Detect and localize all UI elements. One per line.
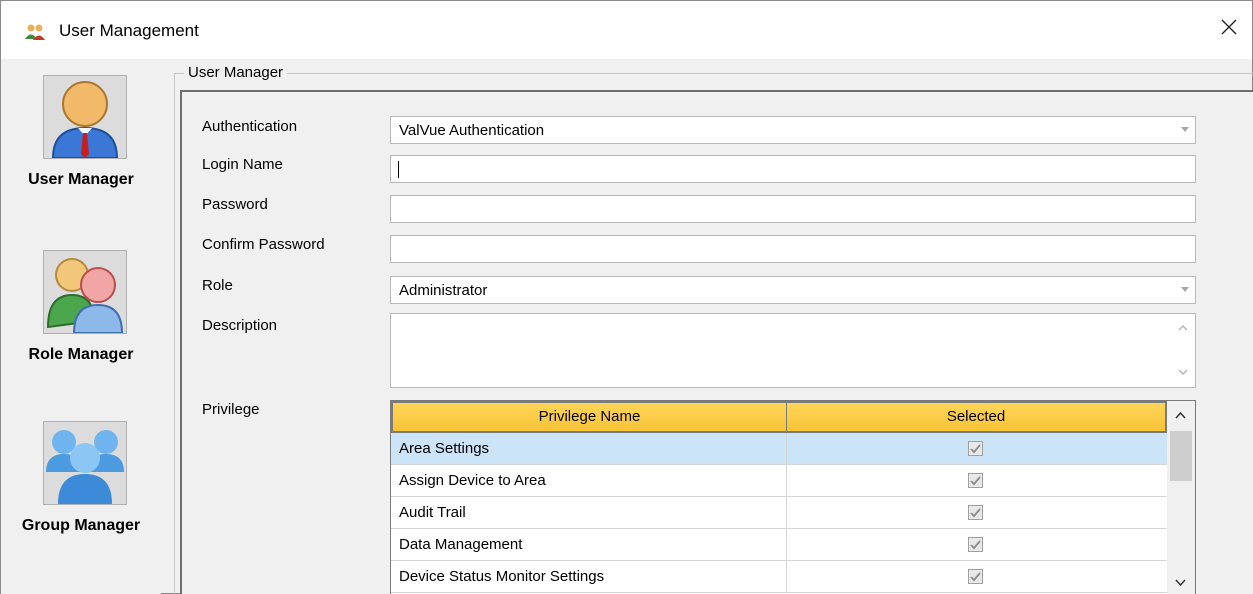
scroll-thumb[interactable] xyxy=(1170,431,1192,481)
table-row[interactable]: Device Status Monitor Settings xyxy=(391,561,1167,593)
group-manager-tile xyxy=(43,421,127,505)
column-header-selected[interactable]: Selected xyxy=(787,403,1165,431)
selected-checkbox[interactable] xyxy=(968,441,983,456)
text-caret xyxy=(398,161,399,178)
cell-divider xyxy=(786,433,787,465)
privilege-name-cell: Area Settings xyxy=(399,440,490,457)
description-scrollbar[interactable] xyxy=(1169,314,1195,387)
selected-checkbox[interactable] xyxy=(968,473,983,488)
group-legend: User Manager xyxy=(184,64,288,81)
privilege-label: Privilege xyxy=(202,401,260,418)
login-name-field[interactable] xyxy=(390,155,1196,183)
role-manager-tile xyxy=(43,250,127,334)
sidebar-item-group-manager[interactable]: Group Manager xyxy=(1,421,161,571)
privilege-name-cell: Data Management xyxy=(399,536,523,553)
cell-divider xyxy=(786,561,787,593)
sidebar-item-label: Group Manager xyxy=(21,517,141,534)
check-icon xyxy=(970,476,981,486)
check-icon xyxy=(970,572,981,582)
authentication-label: Authentication xyxy=(202,118,298,135)
role-select[interactable]: Administrator xyxy=(390,276,1196,304)
user-manager-tile xyxy=(43,75,127,159)
description-label: Description xyxy=(202,317,278,334)
table-row[interactable]: Assign Device to Area xyxy=(391,465,1167,497)
selected-checkbox[interactable] xyxy=(968,537,983,552)
table-row[interactable]: Audit Trail xyxy=(391,497,1167,529)
sidebar-item-label: Role Manager xyxy=(28,346,134,363)
sidebar-item-label: User Manager xyxy=(28,171,134,188)
confirm-password-field[interactable] xyxy=(390,235,1196,263)
authentication-select[interactable]: ValVue Authentication xyxy=(390,116,1196,144)
chevron-down-icon xyxy=(1181,127,1189,132)
description-field[interactable] xyxy=(390,313,1196,388)
check-icon xyxy=(970,540,981,550)
authentication-value: ValVue Authentication xyxy=(399,122,545,139)
users-icon xyxy=(25,24,45,40)
scroll-down-icon[interactable] xyxy=(1178,369,1188,376)
privilege-name-cell: Audit Trail xyxy=(399,504,466,521)
window-title: User Management xyxy=(59,21,199,40)
cell-divider xyxy=(786,529,787,561)
cell-divider xyxy=(786,465,787,497)
grid-scrollbar[interactable] xyxy=(1167,401,1195,594)
table-row[interactable]: Area Settings xyxy=(391,433,1167,465)
group-icon xyxy=(46,430,124,504)
close-button[interactable] xyxy=(1206,7,1252,47)
privilege-name-cell: Device Status Monitor Settings xyxy=(399,568,605,585)
privilege-name-cell: Assign Device to Area xyxy=(399,472,546,489)
two-users-icon xyxy=(46,258,124,334)
cell-divider xyxy=(786,497,787,529)
close-icon xyxy=(1221,19,1237,35)
sidebar-item-role-manager[interactable]: Role Manager xyxy=(1,250,161,400)
user-management-window: User Management User Manager Role Manage… xyxy=(0,0,1253,594)
password-field[interactable] xyxy=(390,195,1196,223)
password-label: Password xyxy=(202,196,268,213)
table-row[interactable]: Data Management xyxy=(391,529,1167,561)
role-value: Administrator xyxy=(399,282,488,299)
user-tie-icon xyxy=(51,81,119,159)
selected-checkbox[interactable] xyxy=(968,569,983,584)
scroll-down-icon[interactable] xyxy=(1175,579,1186,587)
column-header-privilege-name[interactable]: Privilege Name xyxy=(393,403,786,431)
sidebar-item-user-manager[interactable]: User Manager xyxy=(1,75,161,225)
check-icon xyxy=(970,444,981,454)
selected-checkbox[interactable] xyxy=(968,505,983,520)
role-label: Role xyxy=(202,277,233,294)
confirm-password-label: Confirm Password xyxy=(202,236,325,253)
scroll-up-icon[interactable] xyxy=(1178,324,1188,331)
login-name-label: Login Name xyxy=(202,156,283,173)
check-icon xyxy=(970,508,981,518)
chevron-down-icon xyxy=(1181,287,1189,292)
grid-header: Privilege Name Selected xyxy=(391,401,1167,433)
scroll-up-icon[interactable] xyxy=(1175,411,1186,419)
privilege-grid[interactable]: Privilege Name Selected Area Settings As… xyxy=(390,400,1196,594)
title-bar: User Management xyxy=(1,1,1252,59)
sidebar: User Manager Role Manager Group Manager xyxy=(1,59,161,594)
